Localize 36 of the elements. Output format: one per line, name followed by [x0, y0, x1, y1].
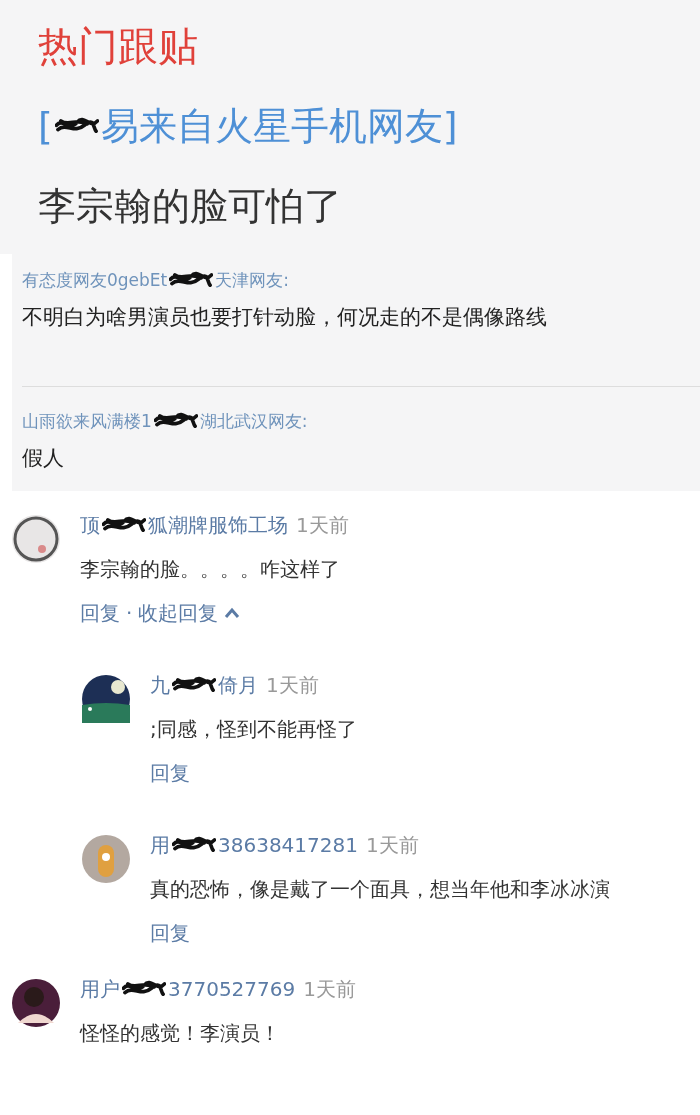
comment-time: 1天前 [366, 832, 419, 859]
reply-link[interactable]: 回复 [150, 751, 190, 795]
username[interactable]: 倚月 [218, 663, 258, 707]
comment-text: 怪怪的感觉！李演员！ [80, 1020, 281, 1047]
avatar [82, 835, 130, 883]
source-label[interactable]: [ [38, 98, 53, 154]
caret-icon[interactable] [224, 607, 241, 619]
comment-time: 1天前 [296, 512, 349, 539]
comment-text: 李宗翰的脸。。。。咋这样了 [80, 556, 341, 583]
avatar [82, 675, 130, 723]
username[interactable]: 狐潮牌服饰工场 [148, 503, 288, 547]
username[interactable]: 顶 [80, 503, 100, 547]
username[interactable]: 38638417281 [218, 823, 358, 867]
quote-text: 不明白为啥男演员也要打针动脸，何况走的不是偶像路线 [22, 304, 548, 331]
quote-author[interactable]: 有态度网友0gebEt [22, 268, 168, 292]
quote-author[interactable]: 山雨欲来风满楼1 [22, 409, 152, 433]
source-label[interactable]: 易来自火星手机网友] [100, 98, 458, 154]
avatar [12, 515, 60, 563]
comment-text: ;同感，怪到不能再怪了 [150, 716, 357, 743]
avatar [12, 979, 60, 1027]
quote-author[interactable]: 天津网友: [215, 268, 289, 292]
collapse-replies-link[interactable]: 收起回复 [138, 591, 219, 635]
section-title: 热门跟贴 [38, 22, 199, 71]
username[interactable]: 九 [150, 663, 170, 707]
username[interactable]: 用 [150, 823, 170, 867]
quote-author[interactable]: 湖北武汉网友: [199, 409, 308, 433]
thread-headline: 李宗翰的脸可怕了 [38, 183, 343, 230]
separator-dot: · [126, 600, 133, 627]
reply-link[interactable]: 回复 [150, 911, 190, 955]
comment-time: 1天前 [303, 976, 356, 1003]
comment-text: 真的恐怖，像是戴了一个面具，想当年他和李冰冰演 [150, 876, 610, 903]
username[interactable]: 用户 [80, 967, 120, 1011]
quote-text: 假人 [22, 445, 65, 472]
reply-link[interactable]: 回复 [80, 591, 120, 635]
comment-time: 1天前 [266, 672, 319, 699]
username[interactable]: 3770527769 [168, 967, 296, 1011]
